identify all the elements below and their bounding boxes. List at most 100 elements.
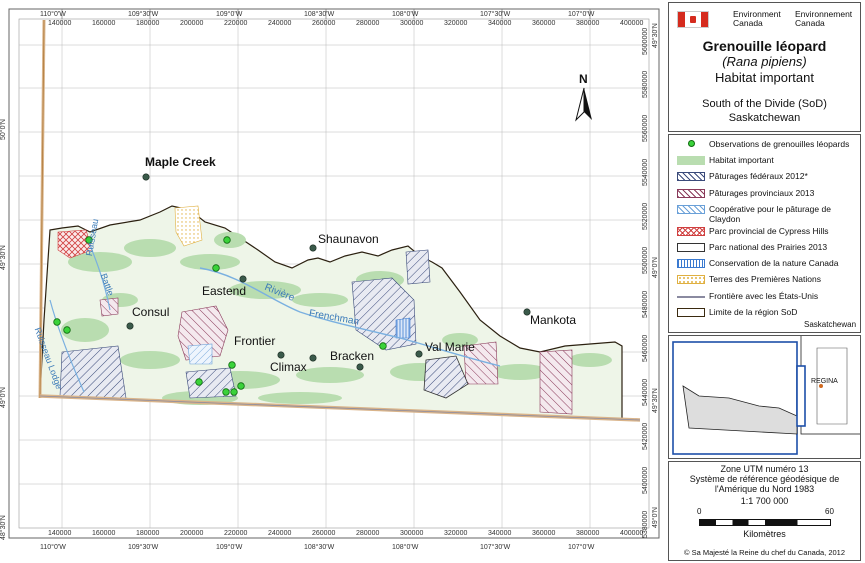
copyright: © Sa Majesté la Reine du chef du Canada,… (683, 548, 846, 557)
easting-label-bottom: 140000 (48, 530, 72, 537)
easting-label-bottom: 280000 (356, 530, 380, 537)
easting-label-top: 220000 (224, 20, 248, 27)
lon-label-bottom: 107°30'W (480, 544, 511, 551)
lon-label-bottom: 110°0'W (40, 544, 66, 551)
lon-label-top: 107°30'W (480, 11, 511, 18)
projection-line3: l'Amérique du Nord 1983 (714, 484, 815, 494)
legend-swatch (677, 243, 705, 252)
easting-label-top: 180000 (136, 20, 160, 27)
map-subtitle: Habitat important (715, 70, 814, 85)
northing-label-right: 5580000 (642, 70, 649, 98)
province-name: Saskatchewan (728, 112, 801, 124)
legend-swatch (677, 188, 705, 198)
easting-label-top: 160000 (92, 20, 116, 27)
inset-city: REGINA (811, 378, 838, 385)
legend-swatch (677, 275, 705, 285)
easting-label-top: 340000 (488, 20, 512, 27)
easting-label-top: 300000 (400, 20, 424, 27)
inset-province: Saskatchewan (804, 320, 857, 329)
northing-label-right: 5380000 (642, 510, 649, 538)
lon-label-top: 109°0'W (216, 11, 243, 18)
scale-bar (699, 519, 831, 526)
easting-label-bottom: 400000 (620, 530, 644, 537)
easting-label-bottom: 240000 (268, 530, 292, 537)
easting-label-bottom: 260000 (312, 530, 336, 537)
agency-en-2: Canada (733, 18, 763, 28)
canada-flag-icon (677, 11, 709, 28)
label-shaunavon: Shaunavon (318, 232, 379, 246)
lon-label-top: 108°0'W (392, 11, 419, 18)
northing-label-right: 5400000 (642, 466, 649, 494)
label-eastend: Eastend (202, 284, 247, 298)
easting-label-bottom: 180000 (136, 530, 160, 537)
projection-panel: Zone UTM numéro 13 Système de référence … (668, 461, 861, 561)
easting-label-top: 200000 (180, 20, 204, 27)
legend-label: Coopérative pour le pâturage de (709, 203, 831, 214)
legend-label: Terres des Premières Nations (709, 274, 821, 285)
federal-pasture-2 (405, 249, 431, 285)
northing-label-right: 5500000 (642, 246, 649, 274)
legend-label: Pâturages fédéraux 2012* (709, 171, 808, 182)
legend-label: Frontière avec les États-Unis (709, 290, 819, 301)
easting-label-top: 320000 (444, 20, 468, 27)
legend-swatch (677, 172, 705, 182)
lon-label-top: 109°30'W (128, 11, 159, 18)
lat-label-left: 49°30'N (0, 245, 7, 270)
claydon-pasture (187, 343, 213, 365)
lon-label-bottom: 107°0'W (568, 544, 595, 551)
lat-label-right: 49°0'N (652, 507, 659, 528)
legend-panel: Observations de grenouilles léopards Habi… (668, 134, 861, 333)
easting-label-bottom: 380000 (576, 530, 600, 537)
legend-swatch (677, 295, 705, 298)
lon-label-bottom: 108°30'W (304, 544, 335, 551)
easting-label-bottom: 300000 (400, 530, 424, 537)
lat-label-right: 49°0'N (652, 257, 659, 278)
easting-label-top: 380000 (576, 20, 600, 27)
easting-label-bottom: 220000 (224, 530, 248, 537)
title-panel: Environment Canada Environnement Canada … (668, 2, 861, 132)
northing-label-right: 5560000 (642, 114, 649, 142)
legend-label: Observations de grenouilles léopards (709, 139, 850, 149)
lon-label-top: 107°0'W (568, 11, 595, 18)
conservation-area (395, 317, 411, 339)
easting-label-top: 240000 (268, 20, 292, 27)
easting-label-top: 260000 (312, 20, 336, 27)
easting-label-bottom: 340000 (488, 530, 512, 537)
legend-swatch (677, 307, 705, 317)
map-title: Grenouille léopard (702, 38, 827, 54)
easting-label-top: 140000 (48, 20, 72, 27)
northing-label-right: 5520000 (642, 202, 649, 230)
easting-label-bottom: 320000 (444, 530, 468, 537)
easting-label-top: 360000 (532, 20, 556, 27)
easting-label-bottom: 160000 (92, 530, 116, 537)
lat-label-right: 49°30'N (652, 388, 659, 413)
inset-map-panel: Saskatchewan REGINA (668, 320, 861, 459)
lat-label-left: 48°30'N (0, 515, 7, 540)
lat-label-left: 49°0'N (0, 387, 7, 408)
region-name: South of the Divide (SoD) (702, 98, 827, 110)
label-val-marie: Val Marie (425, 340, 475, 354)
lon-label-top: 110°0'W (40, 11, 66, 18)
north-label: N (579, 72, 588, 86)
projection-line2: Système de référence géodésique de (689, 474, 840, 484)
label-frontier: Frontier (234, 334, 276, 348)
legend-label: Limite de la région SoD (709, 306, 798, 317)
provincial-pasture-3 (539, 349, 573, 415)
northing-label-right: 5540000 (642, 158, 649, 186)
map-frame[interactable] (0, 0, 662, 563)
scale-units: Kilomètres (743, 529, 786, 539)
northing-label-right: 5420000 (642, 422, 649, 450)
federal-pasture-3 (59, 345, 127, 399)
easting-label-top: 400000 (620, 20, 644, 27)
label-mankota: Mankota (530, 313, 577, 327)
legend-label: Parc national des Prairies 2013 (709, 242, 828, 252)
lat-label-left: 50°0'N (0, 119, 7, 140)
legend-label: Pâturages provinciaux 2013 (709, 187, 815, 198)
agency-fr-2: Canada (795, 18, 825, 28)
label-bracken: Bracken (330, 349, 375, 363)
legend-swatch (677, 156, 705, 166)
scale-end: 60 (825, 507, 834, 516)
label-consul: Consul (132, 305, 170, 319)
lon-label-bottom: 108°0'W (392, 544, 419, 551)
scale-ratio: 1:1 700 000 (740, 496, 789, 506)
